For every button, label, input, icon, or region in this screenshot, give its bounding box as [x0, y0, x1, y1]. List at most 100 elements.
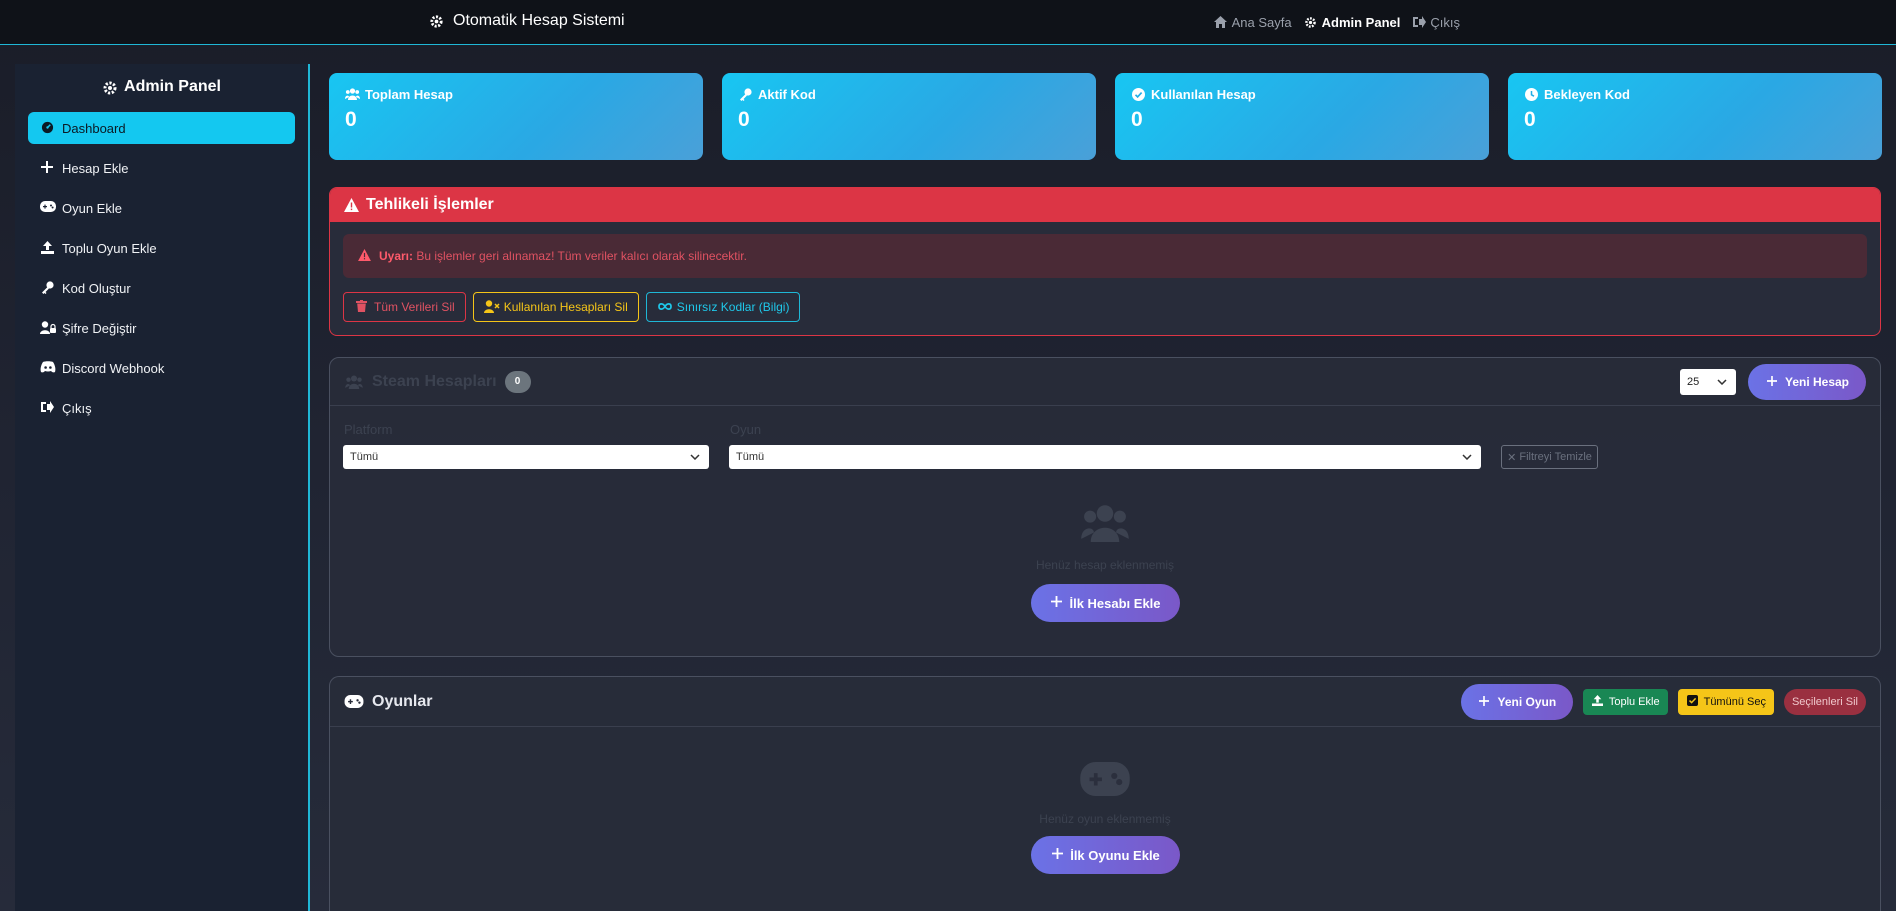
nav-logout-link[interactable]: Çıkış	[1412, 15, 1460, 30]
accounts-header-actions: 25 Yeni Hesap	[1680, 358, 1866, 406]
new-game-button[interactable]: Yeni Oyun	[1460, 684, 1573, 720]
games-header-actions: Yeni Oyun Toplu Ekle Tümünü Seç Seçilenl…	[1460, 677, 1866, 727]
sidebar-item-discord-webhook[interactable]: Discord Webhook	[28, 352, 295, 384]
user-times-icon	[483, 300, 500, 314]
warning-icon	[344, 198, 359, 212]
warning-text: Uyarı: Bu işlemler geri alınamaz! Tüm ve…	[379, 249, 747, 263]
button-label: Yeni Oyun	[1497, 695, 1557, 709]
sidebar-item-add-account[interactable]: Hesap Ekle	[28, 152, 295, 184]
warning-message: Bu işlemler geri alınamaz! Tüm veriler k…	[416, 249, 747, 263]
users-icon	[345, 87, 360, 102]
close-icon: ✕	[1507, 451, 1517, 464]
clear-filter-button[interactable]: ✕ Filtreyi Temizle	[1501, 445, 1598, 469]
upload-icon	[1591, 695, 1605, 709]
platform-filter-label: Platform	[344, 422, 393, 437]
button-label: İlk Hesabı Ekle	[1069, 595, 1161, 611]
chevron-down-icon	[688, 450, 702, 464]
home-icon	[1214, 15, 1228, 30]
unlimited-codes-info-button[interactable]: Sınırsız Kodlar (Bilgi)	[645, 292, 801, 322]
stat-label: Aktif Kod	[738, 87, 1080, 102]
nav-home-link[interactable]: Ana Sayfa	[1214, 15, 1292, 30]
brand-title: Otomatik Hesap Sistemi	[453, 12, 625, 29]
warning-label: Uyarı:	[379, 249, 414, 263]
user-lock-icon	[40, 321, 56, 335]
stat-card-total-accounts: Toplam Hesap 0	[329, 73, 703, 160]
key-icon	[738, 87, 752, 102]
stat-label: Bekleyen Kod	[1524, 87, 1866, 102]
stat-label-text: Toplam Hesap	[365, 87, 453, 102]
plus-icon	[1049, 596, 1063, 610]
sidebar-item-label: Oyun Ekle	[62, 200, 122, 216]
danger-zone-panel: Tehlikeli İşlemler Uyarı: Bu işlemler ge…	[329, 187, 1881, 336]
delete-all-data-button[interactable]: Tüm Verileri Sil	[343, 292, 466, 322]
top-navbar: Otomatik Hesap Sistemi Ana Sayfa Admin P…	[0, 0, 1896, 45]
sidebar-item-bulk-add-game[interactable]: Toplu Oyun Ekle	[28, 232, 295, 264]
account-count-badge: 0	[504, 370, 531, 393]
stat-card-active-codes: Aktif Kod 0	[722, 73, 1096, 160]
stat-value: 0	[738, 108, 750, 131]
add-first-game-button[interactable]: İlk Oyunu Ekle	[1030, 836, 1180, 874]
steam-accounts-header: Steam Hesapları 0 25 Yeni Hesap	[330, 358, 1880, 406]
accounts-empty-text: Henüz hesap eklenmemiş	[1035, 558, 1175, 572]
gear-icon	[1304, 16, 1318, 30]
nav-admin-label: Admin Panel	[1321, 15, 1401, 30]
sidebar-item-label: Kod Oluştur	[62, 280, 131, 296]
delete-used-accounts-button[interactable]: Kullanılan Hesapları Sil	[472, 292, 639, 322]
games-empty-state: Henüz oyun eklenmemiş İlk Oyunu Ekle	[330, 727, 1880, 907]
stat-label: Toplam Hesap	[345, 87, 687, 102]
key-icon	[40, 281, 54, 295]
button-label: Sınırsız Kodlar (Bilgi)	[676, 300, 790, 314]
button-label: Filtreyi Temizle	[1519, 451, 1592, 463]
games-panel: Oyunlar Yeni Oyun Toplu Ekle Tümünü Seç	[329, 676, 1881, 911]
bulk-add-games-button[interactable]: Toplu Ekle	[1582, 689, 1668, 715]
button-label: Yeni Hesap	[1784, 375, 1850, 389]
brand[interactable]: Otomatik Hesap Sistemi	[429, 12, 625, 30]
users-icon	[330, 496, 1880, 552]
gamepad-icon	[40, 201, 56, 215]
games-empty-text: Henüz oyun eklenmemiş	[1039, 812, 1171, 826]
checkbox-icon	[1686, 695, 1700, 709]
gamepad-icon	[330, 727, 1880, 806]
upload-icon	[40, 241, 54, 255]
sidebar-item-create-code[interactable]: Kod Oluştur	[28, 272, 295, 304]
sidebar-item-label: Discord Webhook	[62, 360, 165, 376]
top-nav: Ana Sayfa Admin Panel Çıkış	[1214, 15, 1460, 30]
accounts-empty-state: Henüz hesap eklenmemiş İlk Hesabı Ekle	[330, 496, 1880, 656]
chevron-down-icon	[1715, 375, 1729, 389]
trash-icon	[354, 300, 368, 314]
nav-admin-link[interactable]: Admin Panel	[1304, 15, 1401, 30]
sign-out-icon	[1412, 15, 1426, 30]
sidebar-item-label: Şifre Değiştir	[62, 320, 137, 336]
stats-row: Toplam Hesap 0 Aktif Kod 0 Kullanılan He…	[329, 73, 1882, 160]
select-all-games-button[interactable]: Tümünü Seç	[1677, 689, 1774, 715]
sidebar-title: Admin Panel	[15, 78, 308, 96]
button-label: Toplu Ekle	[1608, 696, 1660, 708]
new-account-button[interactable]: Yeni Hesap	[1748, 364, 1866, 400]
platform-filter-value: Tümü	[350, 451, 379, 463]
sidebar-item-change-password[interactable]: Şifre Değiştir	[28, 312, 295, 344]
stat-label: Kullanılan Hesap	[1131, 87, 1473, 102]
gamepad-icon	[344, 694, 364, 709]
game-filter-select[interactable]: Tümü	[729, 445, 1481, 469]
gear-icon	[429, 14, 443, 28]
add-first-account-button[interactable]: İlk Hesabı Ekle	[1030, 584, 1180, 622]
games-header: Oyunlar Yeni Oyun Toplu Ekle Tümünü Seç	[330, 677, 1880, 727]
sidebar-item-add-game[interactable]: Oyun Ekle	[28, 192, 295, 224]
sidebar-item-label: Toplu Oyun Ekle	[62, 240, 157, 256]
delete-selected-games-button[interactable]: Seçilenleri Sil	[1783, 689, 1866, 715]
button-label: İlk Oyunu Ekle	[1070, 847, 1160, 863]
platform-filter-select[interactable]: Tümü	[343, 445, 709, 469]
sidebar-item-logout[interactable]: Çıkış	[28, 392, 295, 424]
sidebar-item-dashboard[interactable]: Dashboard	[28, 112, 295, 144]
stat-value: 0	[1524, 108, 1536, 131]
stat-value: 0	[345, 108, 357, 131]
per-page-select[interactable]: 25	[1680, 369, 1736, 395]
sidebar-item-label: Hesap Ekle	[62, 160, 129, 176]
sidebar-item-label: Dashboard	[62, 120, 126, 136]
chevron-down-icon	[1460, 450, 1474, 464]
danger-zone-header: Tehlikeli İşlemler	[330, 188, 1880, 222]
button-label: Tüm Verileri Sil	[374, 300, 455, 314]
button-label: Tümünü Seç	[1703, 696, 1766, 708]
clock-icon	[1524, 87, 1538, 102]
plus-icon	[1050, 848, 1064, 862]
